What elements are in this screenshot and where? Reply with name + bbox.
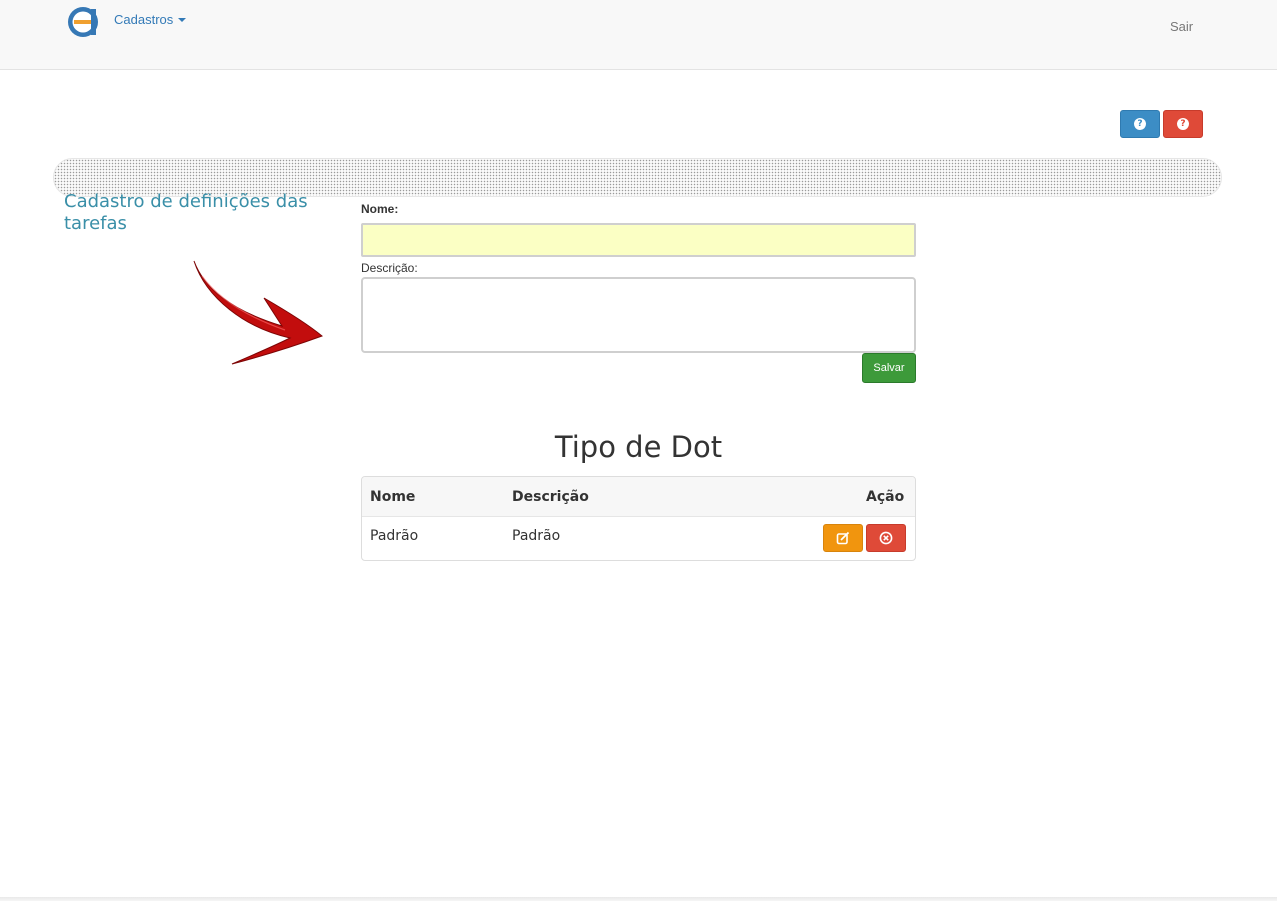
close-circle-icon [879,531,893,545]
column-header-descricao: Descrição [512,489,589,505]
page-title: Cadastro de definições das tarefas [64,191,308,234]
question-circle-icon: ? [1177,118,1189,130]
description-textarea[interactable] [361,277,916,353]
help-button[interactable]: ? [1120,110,1160,138]
red-arrow-icon [193,260,323,365]
edit-icon [836,531,850,545]
dot-type-table: Nome Descrição Ação Padrão Padrão [361,476,916,561]
question-circle-icon: ? [1134,118,1146,130]
help-info-button[interactable]: ? [1163,110,1203,138]
top-navbar: Cadastros Sair [0,0,1277,70]
delete-button[interactable] [866,524,906,552]
column-header-nome: Nome [370,489,416,505]
column-header-acao: Ação [866,489,905,505]
cell-nome: Padrão [370,528,419,544]
name-label: Nome: [361,202,399,216]
footer-divider [0,897,1277,901]
edit-button[interactable] [823,524,863,552]
app-logo-icon[interactable] [67,6,99,38]
table-header: Nome Descrição Ação [362,477,915,517]
cadastros-menu[interactable]: Cadastros [114,12,187,27]
name-input[interactable] [361,223,916,257]
save-button[interactable]: Salvar [862,353,916,383]
logout-link[interactable]: Sair [1170,19,1193,34]
cadastros-menu-label: Cadastros [114,12,174,27]
caret-down-icon [178,17,187,22]
table-title: Tipo de Dot [554,430,723,464]
cell-descricao: Padrão [512,528,561,544]
description-label: Descrição: [361,261,418,275]
